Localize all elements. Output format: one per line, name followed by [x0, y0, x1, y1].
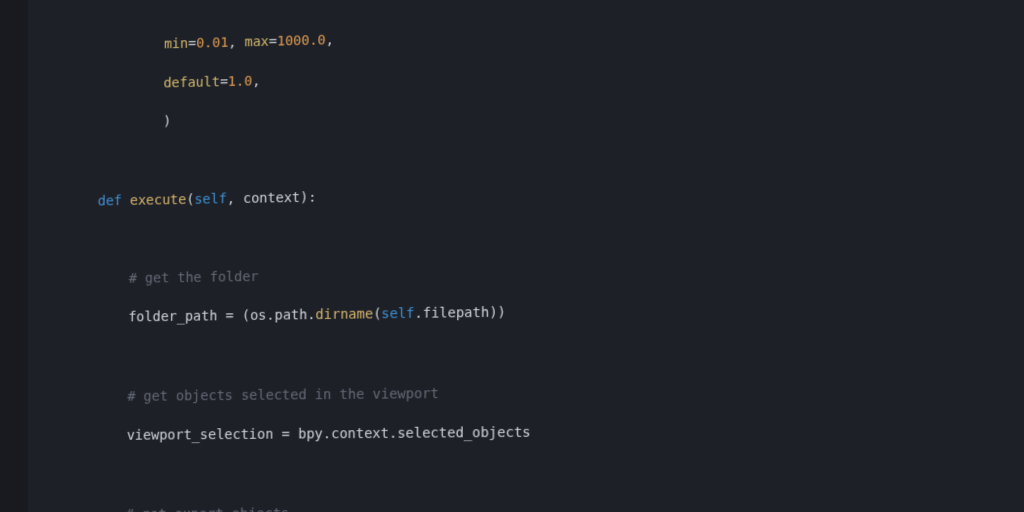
line-number-gutter: [0, 0, 28, 512]
keyword-def: def: [98, 193, 122, 209]
comment: # get export objects: [126, 507, 290, 512]
identifier: viewport_selection: [127, 427, 274, 444]
number-literal: 0.01: [196, 36, 228, 52]
kwarg-default: default: [163, 75, 220, 92]
comment: # get objects selected in the viewport: [127, 386, 439, 405]
identifier: folder_path: [128, 309, 217, 326]
code-block: min=0.01, max=1000.0, default=1.0, ) def…: [51, 0, 826, 512]
number-literal: 1.0: [228, 74, 252, 90]
kwarg-min: min: [164, 37, 188, 53]
param-self: self: [194, 191, 227, 207]
code-editor[interactable]: min=0.01, max=1000.0, default=1.0, ) def…: [0, 0, 1024, 512]
param-context: context: [243, 190, 300, 206]
function-name: execute: [130, 192, 187, 208]
comment: # get the folder: [129, 269, 259, 286]
kwarg-max: max: [244, 35, 268, 51]
number-literal: 1000.0: [277, 33, 326, 50]
method-dirname: dirname: [315, 307, 373, 323]
